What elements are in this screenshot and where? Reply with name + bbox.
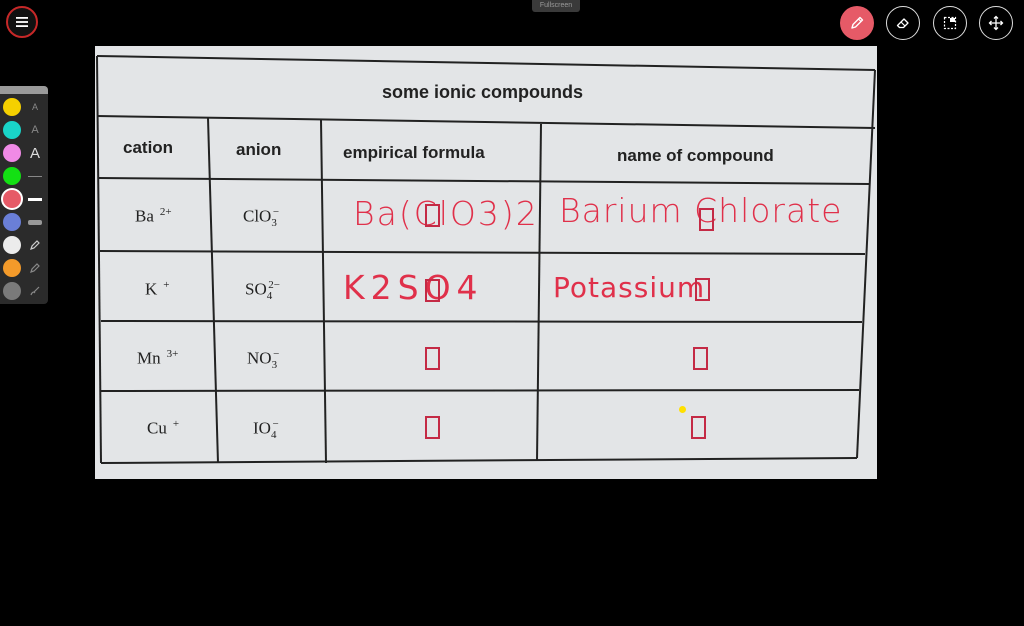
color-swatch[interactable] [3, 190, 21, 208]
anion-cell: NO3− [247, 348, 280, 372]
hamburger-menu-icon [16, 17, 28, 27]
color-swatch[interactable] [3, 167, 21, 185]
anion-cell: SO42− [245, 279, 280, 303]
header-empirical-formula: empirical formula [343, 143, 485, 162]
answer-placeholder-box [695, 278, 710, 301]
pencil-icon [851, 16, 864, 29]
color-swatch[interactable] [3, 121, 21, 139]
color-swatch[interactable] [3, 236, 21, 254]
color-swatch[interactable] [3, 259, 21, 277]
menu-button[interactable] [6, 6, 38, 38]
color-swatch[interactable] [3, 144, 21, 162]
dashed-select-icon [943, 16, 957, 30]
header-name-of-compound: name of compound [617, 146, 774, 165]
cation-cell: K + [145, 279, 170, 299]
text-size-small[interactable]: A [26, 98, 44, 116]
pen-tool-button[interactable] [840, 6, 874, 40]
text-size-large[interactable]: A [26, 144, 44, 162]
answer-placeholder-box [425, 416, 440, 439]
stroke-thin[interactable] [26, 167, 44, 185]
table-photo: some ionic compounds cation anion empiri… [95, 46, 877, 479]
anion-cell: ClO3− [243, 206, 280, 230]
brush-icon[interactable] [26, 282, 44, 300]
pen-style-icon[interactable] [26, 236, 44, 254]
eraser-tool-button[interactable] [886, 6, 920, 40]
header-anion: anion [236, 140, 282, 159]
color-swatch[interactable] [3, 282, 21, 300]
palette-drag-handle[interactable] [0, 86, 48, 94]
color-swatch[interactable] [3, 213, 21, 231]
answer-placeholder-box [693, 347, 708, 370]
cation-cell: Cu + [147, 418, 180, 438]
answer-placeholder-box [699, 208, 714, 231]
window-caption: Fullscreen [532, 0, 580, 12]
handwritten-row1-formula: Ba(ClO3)2 [353, 194, 539, 233]
text-size-medium[interactable]: A [26, 121, 44, 139]
move-tool-button[interactable] [979, 6, 1013, 40]
header-cation: cation [123, 138, 174, 157]
answer-placeholder-box [425, 204, 440, 227]
table-grid [96, 55, 876, 464]
move-arrows-icon [988, 15, 1004, 31]
answer-placeholder-box [425, 347, 440, 370]
color-palette: A A A [0, 86, 48, 304]
answer-placeholder-box [691, 416, 706, 439]
color-swatch[interactable] [3, 98, 21, 116]
cation-cell: Ba 2+ [135, 206, 172, 226]
stroke-medium[interactable] [26, 190, 44, 208]
answer-placeholder-box [425, 279, 440, 302]
eraser-icon [896, 18, 909, 29]
handwritten-row2-formula: K2SO4 [343, 268, 484, 307]
highlighter-icon[interactable] [26, 259, 44, 277]
laser-pointer [679, 406, 686, 413]
anion-cell: IO4− [253, 418, 279, 442]
select-tool-button[interactable] [933, 6, 967, 40]
table-title: some ionic compounds [382, 82, 584, 102]
handwritten-row2-name: Potassium [553, 271, 706, 304]
stroke-thick[interactable] [26, 213, 44, 231]
cation-cell: Mn 3+ [137, 348, 179, 368]
